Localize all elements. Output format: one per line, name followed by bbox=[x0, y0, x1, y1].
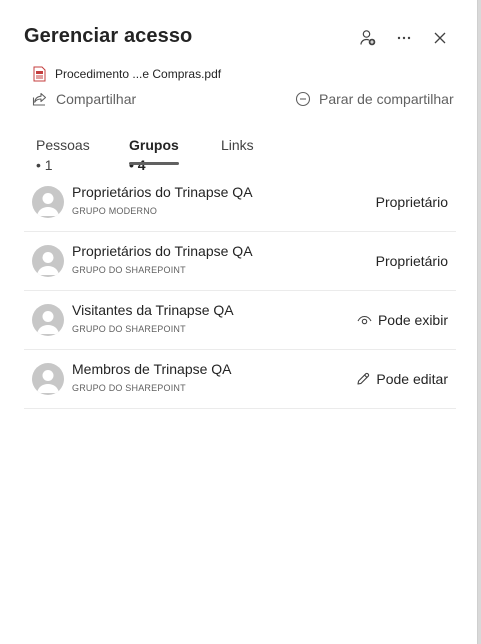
file-name: Procedimento ...e Compras.pdf bbox=[55, 67, 222, 81]
group-name: Proprietários do Trinapse QA bbox=[72, 243, 253, 259]
group-type: GRUPO MODERNO bbox=[72, 206, 158, 216]
tab-links[interactable]: Links bbox=[221, 133, 254, 165]
permission-dropdown[interactable]: Proprietário bbox=[376, 253, 448, 269]
permission-dropdown[interactable]: Pode exibir bbox=[357, 312, 448, 328]
eye-icon bbox=[357, 315, 372, 325]
permission-dropdown[interactable]: Proprietário bbox=[376, 194, 448, 210]
grant-access-button[interactable] bbox=[356, 26, 380, 50]
person-add-icon bbox=[360, 30, 376, 46]
group-row-members[interactable]: Membros de Trinapse QA GRUPO DO SHAREPOI… bbox=[24, 350, 456, 409]
file-info: Procedimento ...e Compras.pdf bbox=[33, 65, 221, 83]
permission-label: Pode editar bbox=[376, 371, 448, 387]
group-list: Proprietários do Trinapse QA GRUPO MODER… bbox=[24, 173, 456, 409]
group-type: GRUPO DO SHAREPOINT bbox=[72, 383, 186, 393]
stop-circle-icon bbox=[295, 91, 311, 107]
permission-label: Proprietário bbox=[375, 194, 448, 210]
group-type: GRUPO DO SHAREPOINT bbox=[72, 324, 186, 334]
group-row-owners-modern[interactable]: Proprietários do Trinapse QA GRUPO MODER… bbox=[24, 173, 456, 232]
person-avatar-icon bbox=[37, 193, 59, 216]
group-type: GRUPO DO SHAREPOINT bbox=[72, 265, 186, 275]
avatar bbox=[32, 304, 64, 336]
more-horizontal-icon bbox=[397, 36, 411, 40]
group-name: Membros de Trinapse QA bbox=[72, 361, 232, 377]
avatar bbox=[32, 186, 64, 218]
person-avatar-icon bbox=[37, 370, 59, 393]
permission-label: Pode exibir bbox=[377, 312, 448, 328]
share-icon bbox=[32, 92, 47, 106]
group-name: Proprietários do Trinapse QA bbox=[72, 184, 253, 200]
page-title: Gerenciar acesso bbox=[24, 25, 193, 47]
close-button[interactable] bbox=[428, 26, 452, 50]
pencil-icon bbox=[357, 372, 370, 385]
share-button[interactable]: Compartilhar bbox=[32, 89, 136, 109]
group-name: Visitantes da Trinapse QA bbox=[72, 302, 234, 318]
tab-people[interactable]: Pessoas • 1 bbox=[36, 133, 90, 173]
tab-groups[interactable]: Grupos • 4 bbox=[129, 133, 179, 173]
manage-access-panel: Gerenciar acesso Procedimento ...e Compr… bbox=[0, 0, 477, 644]
stop-sharing-label: Parar de compartilhar bbox=[319, 91, 454, 107]
person-avatar-icon bbox=[37, 311, 59, 334]
share-label: Compartilhar bbox=[56, 91, 137, 107]
permission-label: Proprietário bbox=[375, 253, 448, 269]
close-icon bbox=[434, 32, 446, 44]
stop-sharing-button[interactable]: Parar de compartilhar bbox=[295, 89, 454, 109]
group-row-visitors[interactable]: Visitantes da Trinapse QA GRUPO DO SHARE… bbox=[24, 291, 456, 350]
permission-dropdown[interactable]: Pode editar bbox=[356, 371, 448, 387]
panel-edge bbox=[477, 0, 481, 644]
pdf-file-icon bbox=[33, 66, 46, 82]
group-row-owners-sharepoint[interactable]: Proprietários do Trinapse QA GRUPO DO SH… bbox=[24, 232, 456, 291]
person-avatar-icon bbox=[37, 252, 59, 275]
more-options-button[interactable] bbox=[392, 26, 416, 50]
avatar bbox=[32, 363, 64, 395]
avatar bbox=[32, 245, 64, 277]
